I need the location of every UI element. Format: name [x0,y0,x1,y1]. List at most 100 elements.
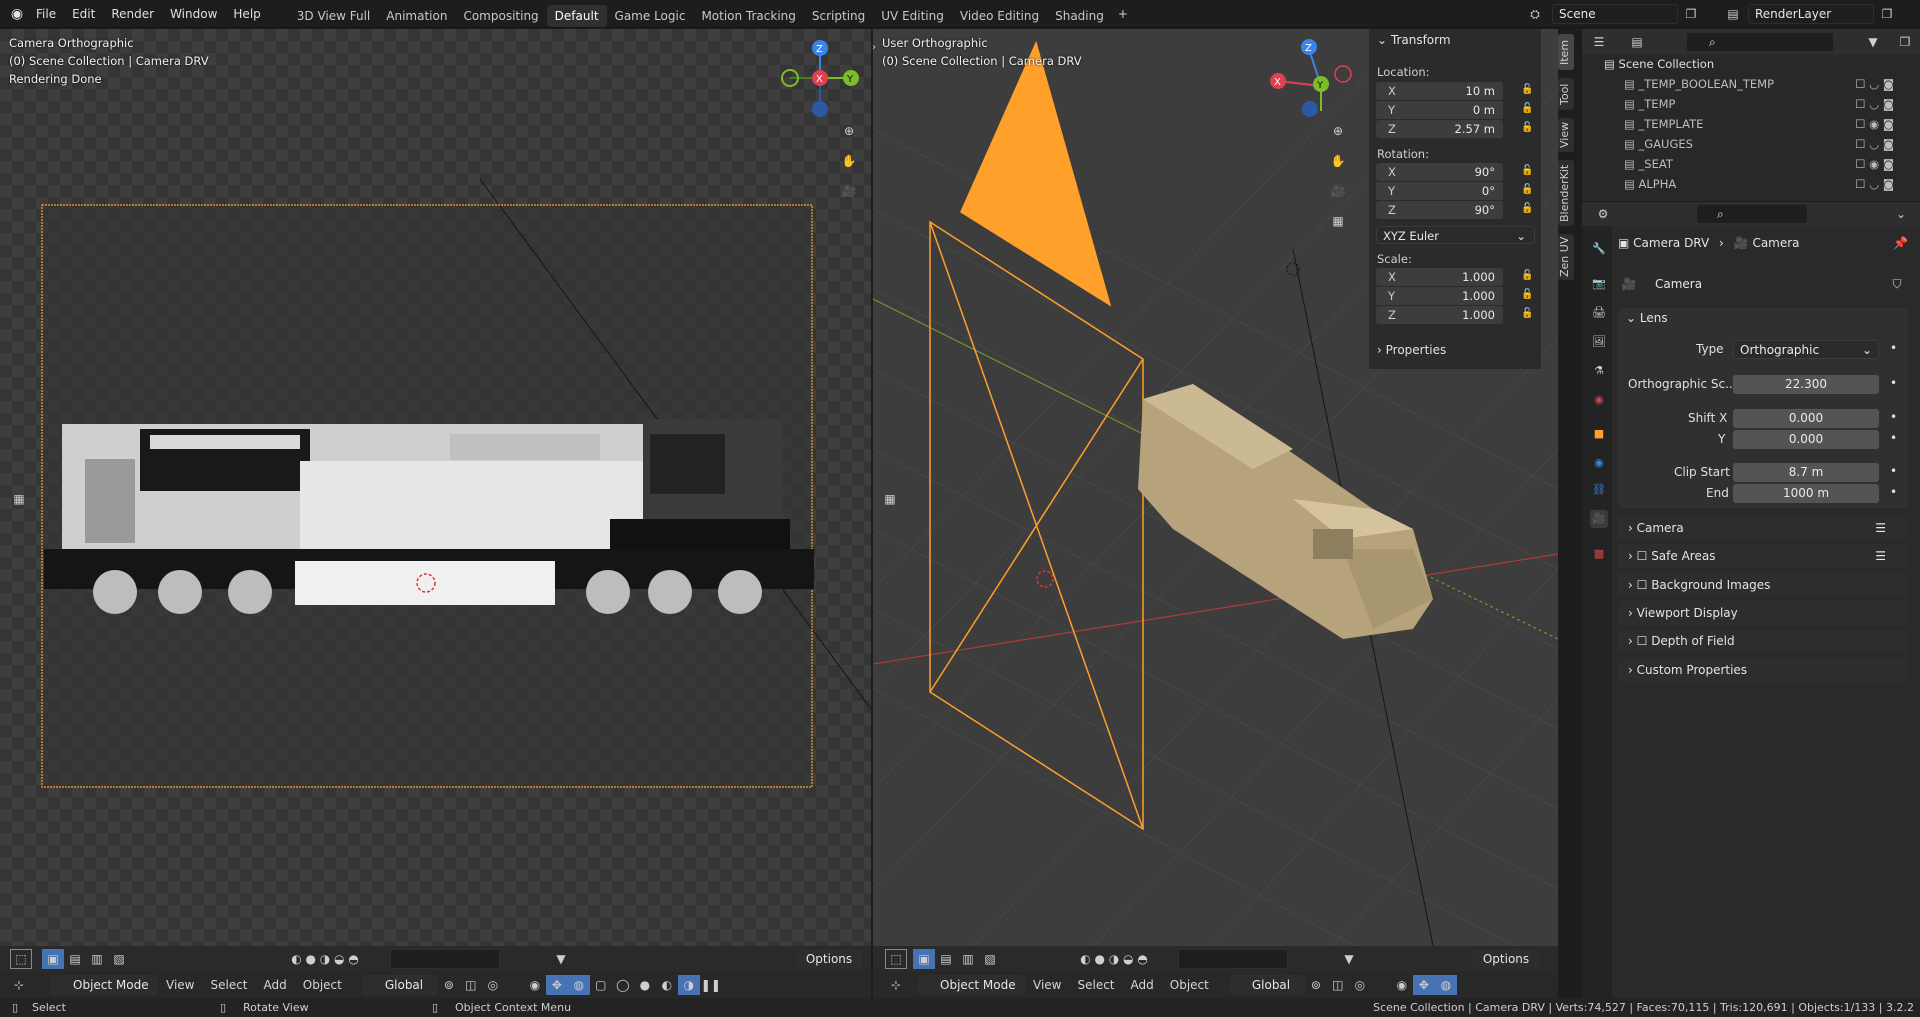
right-options-button[interactable]: Options [1473,949,1539,969]
location-x-field[interactable]: X 10 m [1376,82,1503,100]
visibility-toggle-icons[interactable]: ☐ ◡ ◙ [1855,174,1894,194]
tab-3d-view-full[interactable]: 3D View Full [289,5,379,27]
outliner-type-icon[interactable]: ☰ [1588,32,1610,52]
visibility-icon[interactable]: ◉ [1391,975,1413,995]
tab-motion-tracking[interactable]: Motion Tracking [693,5,803,27]
datablock-name-field[interactable]: Camera [1648,274,1884,294]
visibility-toggle-icons[interactable]: ☐ ◡ ◙ [1855,74,1894,94]
shading-solid-icon[interactable]: ● [634,975,656,995]
output-icon[interactable]: 🖨 [1590,304,1608,322]
location-y-field[interactable]: Y0 m [1376,101,1503,119]
locomotive-model[interactable] [1138,384,1433,639]
menu-edit[interactable]: Edit [64,0,103,28]
shift-y-field[interactable]: 0.000 [1733,430,1879,449]
toolbar-toggle-icon[interactable]: ▦ [8,489,30,509]
clip-start-field[interactable]: 8.7 m [1733,463,1879,482]
lock-icon[interactable]: 🔓 [1521,308,1533,320]
blender-logo-icon[interactable]: ◉ [6,4,28,24]
lock-icon[interactable]: 🔓 [1521,84,1533,96]
constraint-icon[interactable]: ⛓ [1590,481,1608,499]
toolbar-toggle-icon[interactable]: ▦ [879,489,901,509]
rotation-x-field[interactable]: X 90° [1376,163,1503,181]
new-collection-icon[interactable]: ❐ [1894,32,1916,52]
editor-type-icon[interactable]: ⊹ [885,975,907,995]
scene-icon[interactable]: ⚗ [1590,362,1608,380]
tab-view[interactable]: View [1558,118,1574,152]
properties-search-field[interactable]: ⌕ [1696,204,1808,224]
shift-x-field[interactable]: 0.000 [1733,409,1879,428]
select-extend-icon[interactable]: ▤ [64,949,86,969]
select-tool-icon[interactable]: ⬚ [885,949,907,969]
editor-type-icon[interactable]: ⊹ [8,975,30,995]
scene-name-field[interactable]: Scene [1552,4,1678,24]
menu-file[interactable]: File [28,0,64,28]
tab-shading[interactable]: Shading [1047,5,1112,27]
scale-z-field[interactable]: Z 1.000 [1376,306,1503,324]
shading-icons[interactable]: ◐ ● ◑ ◒ ◓ [1059,949,1169,969]
texture-icon[interactable]: ▩ [1590,545,1608,563]
scene-selector-icon[interactable]: ⛭ [1524,4,1546,24]
keyframe-dot[interactable]: • [1890,464,1897,478]
select-tool-icon[interactable]: ⬚ [10,949,32,969]
camera-section[interactable]: › Camera ☰ [1618,516,1908,540]
select-subtract-icon[interactable]: ▥ [957,949,979,969]
lock-icon[interactable]: 🔓 [1521,103,1533,115]
tab-uv-editing[interactable]: UV Editing [873,5,952,27]
left-select-menu[interactable]: Select [202,978,255,992]
lock-icon[interactable]: 🔓 [1521,270,1533,282]
visibility-toggle-icons[interactable]: ☐ ◉ ◙ [1855,154,1894,174]
outliner-item[interactable]: ▤ _TEMP ☐ ◡ ◙ [1590,94,1908,114]
tab-default[interactable]: Default [546,4,607,27]
keyframe-dot[interactable]: • [1890,431,1897,445]
overlay-toggle-icon[interactable]: ◍ [1434,975,1457,995]
filter-icon[interactable]: ▼ [1338,949,1360,969]
properties-type-icon[interactable]: ⚙ [1592,204,1614,224]
select-invert-icon[interactable]: ▧ [979,949,1001,969]
tab-item[interactable]: Item [1558,34,1574,70]
physics-icon[interactable]: ◉ [1590,454,1608,472]
render-icon[interactable]: 📷 [1590,275,1608,293]
custom-properties-section[interactable]: › Custom Properties [1618,658,1908,682]
outliner-item[interactable]: ▤ _SEAT ☐ ◉ ◙ [1590,154,1908,174]
ortho-grid-icon[interactable]: ▦ [1327,211,1349,231]
outliner-item[interactable]: ▤ ALPHA ☐ ◡ ◙ [1590,174,1908,196]
lock-icon[interactable]: 🔓 [1521,184,1533,196]
viewport-display-section[interactable]: › Viewport Display [1618,601,1908,625]
lens-section-header[interactable]: ⌄ Lens [1626,311,1668,325]
left-orientation-select[interactable]: Global [361,975,438,995]
rotation-z-field[interactable]: Z 90° [1376,201,1503,219]
select-mode-icon[interactable]: ▣ [42,949,64,969]
lock-icon[interactable]: 🔓 [1521,289,1533,301]
clip-end-field[interactable]: 1000 m [1733,484,1879,503]
outliner-item[interactable]: ▤ _TEMPLATE ☐ ◉ ◙ [1590,114,1908,134]
select-subtract-icon[interactable]: ▥ [86,949,108,969]
select-extend-icon[interactable]: ▤ [935,949,957,969]
view-layer-icon[interactable]: 🖼 [1590,333,1608,351]
zoom-icon[interactable]: ⊕ [1327,121,1349,141]
tab-tool[interactable]: Tool [1558,78,1574,110]
right-select-menu[interactable]: Select [1069,978,1122,992]
tab-video-editing[interactable]: Video Editing [952,5,1047,27]
datablock-browse-icon[interactable]: 🎥 [1618,274,1640,294]
left-mode-select[interactable]: Object Mode [50,975,158,995]
keyframe-dot[interactable]: • [1890,410,1897,424]
outliner-root[interactable]: ▤ Scene Collection [1590,54,1908,74]
right-add-menu[interactable]: Add [1123,978,1162,992]
pin-icon[interactable]: 📌 [1893,236,1908,250]
depth-of-field-section[interactable]: › ☐ Depth of Field [1618,629,1908,653]
shading-wire-icon[interactable]: ◯ [612,975,634,995]
left-search-field[interactable] [390,949,500,969]
world-icon[interactable]: ◉ [1590,391,1608,409]
transform-header[interactable]: ⌄ Transform [1377,33,1451,47]
outliner-search-field[interactable]: ⌕ [1686,32,1834,52]
camera-data-icon[interactable]: 🎥 [1590,510,1608,528]
tool-icon[interactable]: 🔧 [1590,240,1608,258]
object-icon[interactable]: ■ [1590,425,1608,443]
right-orientation-select[interactable]: Global [1228,975,1305,995]
pivot-icon[interactable]: ⊚ [1305,975,1327,995]
snap-icon[interactable]: ◫ [1327,975,1349,995]
properties-subpanel[interactable]: › Properties [1377,343,1446,357]
lock-icon[interactable]: 🔓 [1521,203,1533,215]
lock-icon[interactable]: 🔓 [1521,122,1533,134]
left-viewport[interactable]: Z Y X Camera Orthographic (0) Scene Coll… [0,29,871,946]
